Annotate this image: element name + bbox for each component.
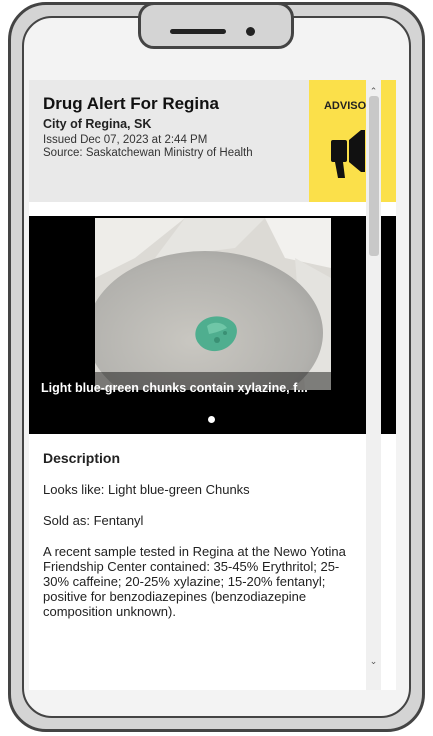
alert-title: Drug Alert For Regina	[43, 94, 219, 113]
image-carousel[interactable]: Light blue-green chunks contain xylazine…	[29, 216, 396, 434]
description-heading: Description	[43, 450, 121, 466]
app-screen[interactable]: Drug Alert For Regina City of Regina, SK…	[29, 80, 396, 690]
phone-notch	[138, 2, 294, 49]
image-caption-text: Light blue-green chunks contain xylazine…	[41, 381, 308, 395]
alert-issued-date: Issued Dec 07, 2023 at 2:44 PM	[43, 134, 208, 146]
speaker-icon	[170, 29, 226, 34]
alert-source: Source: Saskatchewan Ministry of Health	[43, 147, 253, 159]
sold-as-text: Sold as: Fentanyl	[43, 513, 144, 528]
scrollbar-thumb[interactable]	[369, 96, 379, 256]
chevron-down-icon[interactable]: ⌄	[366, 656, 381, 667]
description-section: Description Looks like: Light blue-green…	[43, 450, 365, 619]
alert-organization: City of Regina, SK	[43, 117, 152, 131]
carousel-dot-active[interactable]	[208, 416, 215, 423]
scrollbar[interactable]: ⌃ ⌄	[366, 80, 381, 690]
advisory-badge: ADVISORY	[309, 80, 396, 202]
drug-sample-photo	[95, 218, 331, 390]
looks-like-text: Looks like: Light blue-green Chunks	[43, 482, 250, 497]
alert-header-text: Drug Alert For Regina City of Regina, SK…	[43, 94, 305, 160]
camera-icon	[246, 27, 255, 36]
image-caption: Light blue-green chunks contain xylazine…	[29, 372, 396, 408]
description-body: A recent sample tested in Regina at the …	[43, 544, 346, 619]
advisory-label: ADVISORY	[323, 100, 382, 112]
